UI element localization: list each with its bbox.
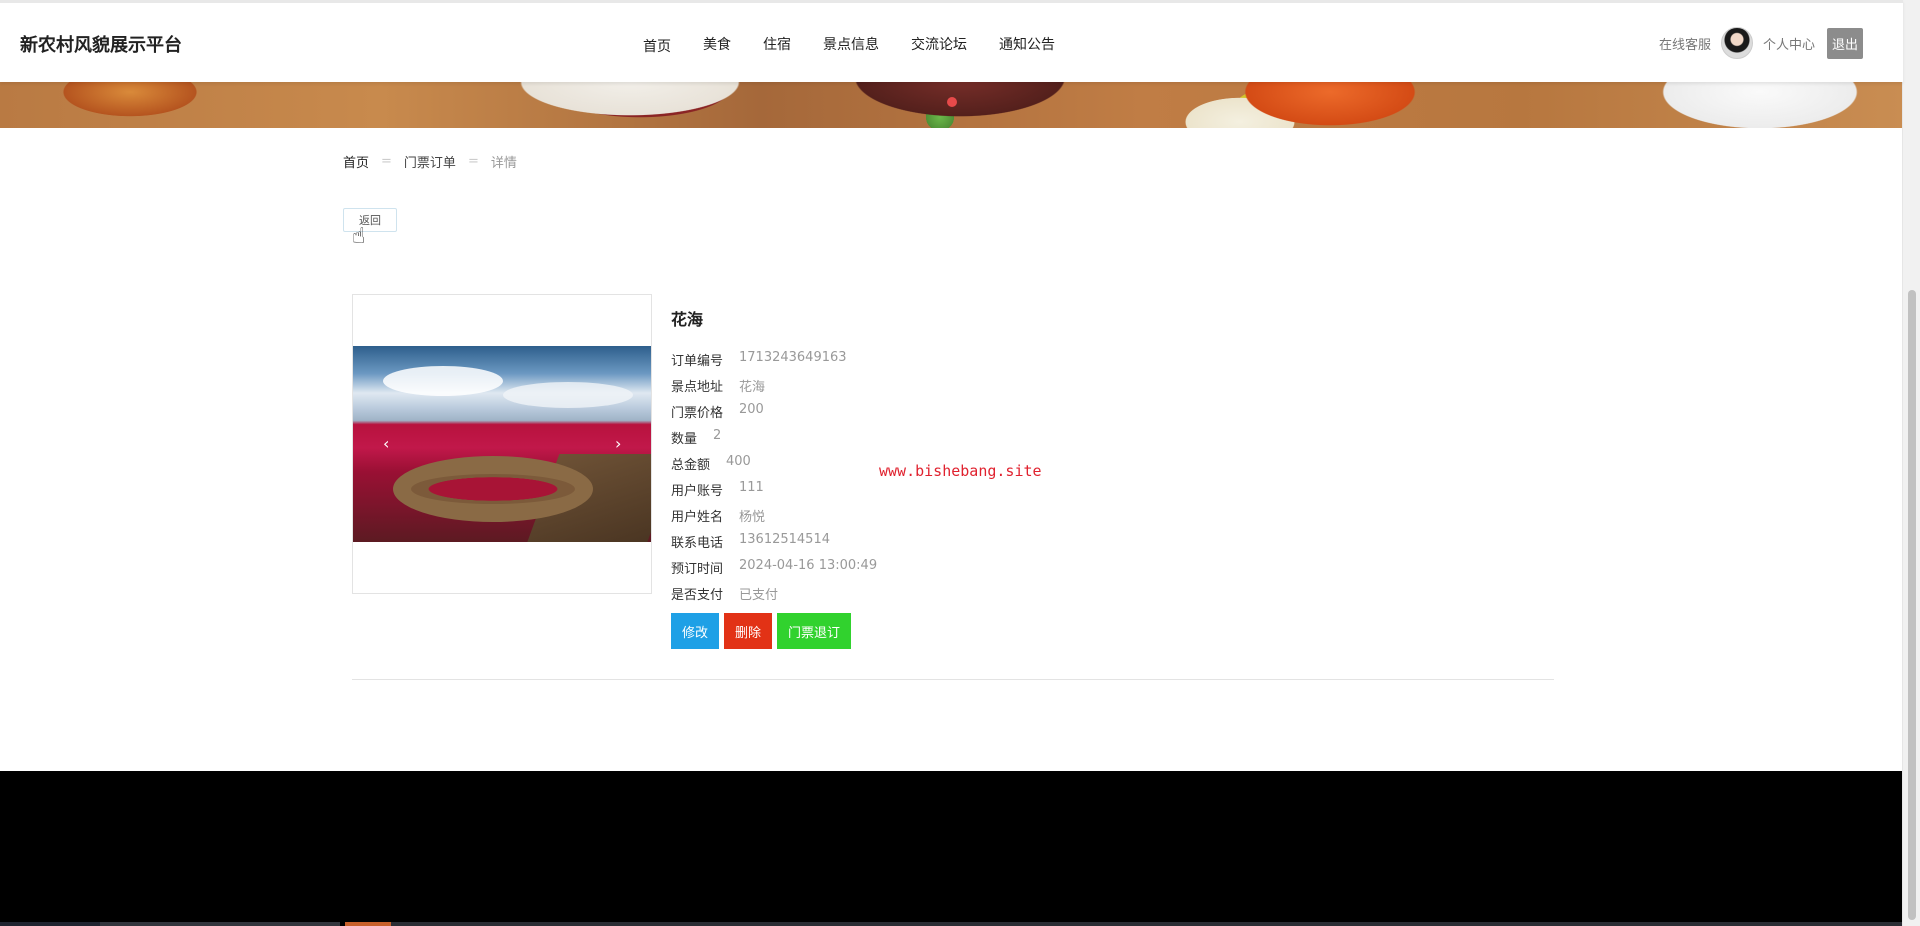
taskbar-strip	[391, 922, 1903, 926]
breadcrumb-home[interactable]: 首页	[343, 152, 369, 171]
vertical-scrollbar[interactable]	[1902, 0, 1920, 926]
nav-forum[interactable]: 交流论坛	[911, 34, 967, 54]
field-value: 2	[713, 428, 722, 443]
field-label: 订单编号	[671, 354, 724, 369]
nav-notices[interactable]: 通知公告	[999, 34, 1055, 54]
detail-row: 总金额 400	[671, 454, 877, 480]
field-label: 联系电话	[671, 536, 724, 551]
detail-row: 订单编号 1713243649163	[671, 350, 877, 376]
user-area: 在线客服 个人中心 退出	[1659, 27, 1863, 59]
photo-cloud	[503, 382, 633, 408]
detail-row: 数量 2	[671, 428, 877, 454]
detail-row: 景点地址 花海	[671, 376, 877, 402]
nav-scenic-info[interactable]: 景点信息	[823, 34, 879, 54]
banner-image	[0, 82, 1903, 128]
detail-row: 门票价格 200	[671, 402, 877, 428]
carousel-prev-icon[interactable]: ‹	[383, 434, 389, 453]
action-buttons: 修改 删除 门票退订	[671, 613, 856, 649]
main-nav: 首页 美食 住宿 景点信息 交流论坛 通知公告	[643, 34, 1087, 56]
carousel-next-icon[interactable]: ›	[615, 434, 621, 453]
site-brand[interactable]: 新农村风貌展示平台	[20, 31, 182, 57]
online-service-link[interactable]: 在线客服	[1659, 34, 1711, 53]
field-value: 1713243649163	[739, 350, 847, 365]
field-label: 总金额	[671, 458, 711, 473]
field-value: 2024-04-16 13:00:49	[739, 558, 878, 573]
field-value: 400	[726, 454, 751, 469]
footer	[0, 771, 1903, 926]
nav-lodging[interactable]: 住宿	[763, 34, 791, 54]
field-label: 景点地址	[671, 380, 724, 395]
breadcrumb-separator: =	[381, 154, 392, 169]
image-carousel-card: ‹ ›	[352, 294, 652, 594]
photo-deck	[393, 456, 593, 522]
avatar[interactable]	[1720, 27, 1753, 59]
field-value: 花海	[739, 380, 766, 395]
detail-title: 花海	[671, 310, 704, 329]
detail-row: 联系电话 13612514514	[671, 532, 877, 558]
scrollbar-thumb[interactable]	[1908, 290, 1916, 920]
field-value: 13612514514	[739, 532, 830, 547]
hand-cursor-icon: ☝	[352, 224, 366, 249]
photo-cloud	[383, 366, 503, 396]
detail-row: 预订时间 2024-04-16 13:00:49	[671, 558, 877, 584]
field-value: 111	[739, 480, 764, 495]
breadcrumb-current: 详情	[490, 156, 517, 171]
field-label: 用户姓名	[671, 510, 724, 525]
taskbar-strip	[100, 922, 340, 926]
field-label: 数量	[671, 432, 698, 447]
field-label: 预订时间	[671, 562, 724, 577]
taskbar-strip	[0, 922, 100, 926]
carousel-indicator-dot[interactable]	[947, 97, 957, 107]
edit-button[interactable]: 修改	[671, 613, 720, 649]
detail-row: 用户姓名 杨悦	[671, 506, 877, 532]
field-label: 用户账号	[671, 484, 724, 499]
breadcrumb-ticket-orders[interactable]: 门票订单	[404, 152, 456, 171]
delete-button[interactable]: 删除	[724, 613, 773, 649]
nav-home[interactable]: 首页	[643, 36, 671, 56]
field-value: 杨悦	[739, 510, 766, 525]
field-label: 门票价格	[671, 406, 724, 421]
breadcrumb-separator: =	[467, 154, 479, 169]
personal-center-link[interactable]: 个人中心	[1763, 34, 1815, 53]
taskbar-strip	[345, 922, 391, 926]
field-label: 是否支付	[671, 588, 724, 603]
scenic-photo: ‹ ›	[353, 346, 651, 542]
detail-row: 是否支付 已支付	[671, 584, 877, 610]
top-navbar: 新农村风貌展示平台 首页 美食 住宿 景点信息 交流论坛 通知公告 在线客服 个…	[0, 0, 1903, 82]
nav-food[interactable]: 美食	[703, 34, 731, 54]
field-value: 已支付	[739, 588, 779, 603]
refund-ticket-button[interactable]: 门票退订	[777, 613, 852, 649]
order-details: 花海 订单编号 1713243649163 景点地址 花海 门票价格 200 数…	[671, 306, 877, 610]
divider	[352, 679, 1554, 680]
breadcrumb: 首页 = 门票订单 = 详情	[343, 152, 517, 171]
detail-row: 用户账号 111	[671, 480, 877, 506]
logout-button[interactable]: 退出	[1826, 27, 1863, 59]
watermark-text: www.bishebang.site	[879, 462, 1042, 480]
field-value: 200	[739, 402, 764, 417]
